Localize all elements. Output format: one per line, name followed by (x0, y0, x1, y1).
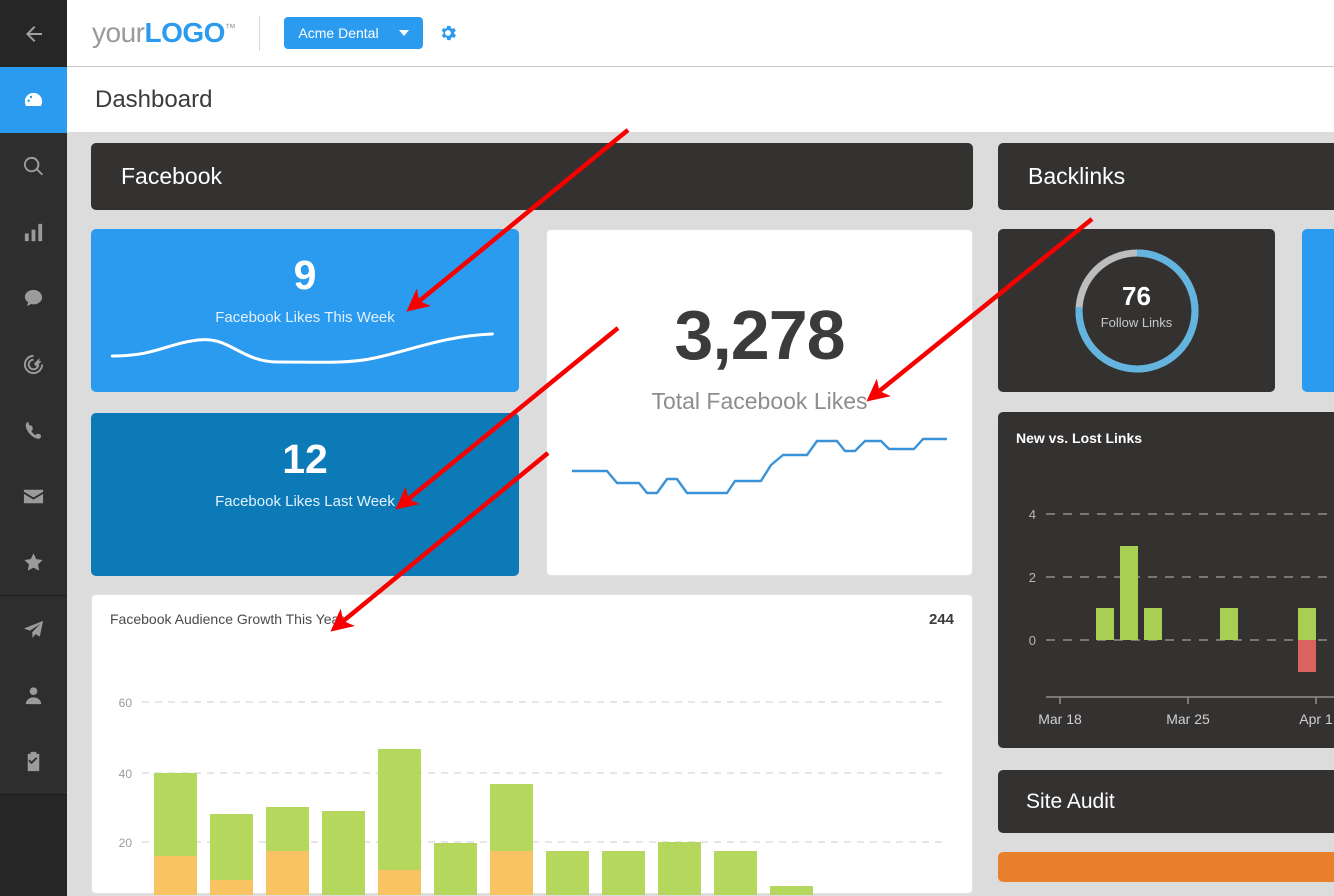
logo-trademark: ™ (224, 22, 236, 35)
total-likes-value: 3,278 (674, 296, 845, 374)
arrow-left-icon (25, 25, 42, 42)
page-header: Dashboard (67, 67, 1334, 133)
chevron-down-icon (398, 30, 409, 36)
facebook-panel-header: Facebook (91, 143, 973, 210)
svg-text:Apr 1: Apr 1 (1299, 711, 1333, 727)
total-likes-sparkline (572, 437, 947, 495)
clipboard-check-icon (27, 751, 40, 771)
chart-corner-value: 244 (928, 611, 954, 628)
facebook-audience-growth-card[interactable]: Facebook Audience Growth This Year 244 6… (91, 594, 973, 895)
svg-text:0: 0 (1029, 633, 1036, 648)
logo[interactable]: yourLOGO™ (92, 17, 236, 49)
bar-chart-icon (24, 223, 43, 241)
sidebar-item-send[interactable] (0, 596, 67, 662)
backlinks-panel-title: Backlinks (1028, 163, 1126, 189)
svg-text:Mar 18: Mar 18 (1038, 711, 1082, 727)
sidebar-item-reviews[interactable] (0, 529, 67, 595)
star-icon (24, 552, 43, 571)
sidebar-back-button[interactable] (0, 0, 67, 67)
logo-text-logo: LOGO (144, 17, 225, 48)
kpi-value: 9 (293, 252, 317, 298)
likes-this-week-sparkline (110, 332, 494, 364)
facebook-audience-growth-chart: 60 40 20 (119, 696, 947, 895)
dashboard-icon (24, 92, 43, 106)
paper-plane-icon (23, 620, 44, 638)
facebook-kpi-stack: 9 Facebook Likes This Week 12 Facebook L… (91, 229, 519, 576)
facebook-kpi-row: 9 Facebook Likes This Week 12 Facebook L… (91, 229, 973, 576)
topbar-divider (259, 15, 261, 51)
svg-text:2: 2 (1029, 570, 1036, 585)
sidebar-item-contacts[interactable] (0, 662, 67, 728)
kpi-value: 12 (282, 436, 328, 482)
sidebar-item-dashboard[interactable] (0, 67, 67, 133)
chart-title: Facebook Audience Growth This Year (110, 611, 345, 627)
donut-label: Follow Links (1100, 315, 1173, 330)
search-icon (23, 156, 44, 175)
card-total-facebook-likes[interactable]: 3,278 Total Facebook Likes (546, 229, 973, 576)
kpi-facebook-likes-this-week[interactable]: 9 Facebook Likes This Week (91, 229, 519, 392)
sidebar-item-reports[interactable] (0, 199, 67, 265)
site-audit-panel-header: Site Audit (998, 770, 1334, 833)
logo-text-your: your (92, 17, 145, 48)
user-icon (25, 686, 42, 704)
content-area: Facebook 9 Facebook Likes This Week 12 F… (67, 133, 1334, 896)
svg-text:4: 4 (1029, 507, 1036, 522)
facebook-column: Facebook 9 Facebook Likes This Week 12 F… (91, 143, 973, 895)
app-root: yourLOGO™ Acme Dental Dashboard Facebook… (0, 0, 1334, 896)
kpi-facebook-likes-last-week[interactable]: 12 Facebook Likes Last Week (91, 413, 519, 576)
backlinks-panel-header: Backlinks (998, 143, 1334, 210)
phone-icon (25, 421, 41, 439)
sidebar-item-email[interactable] (0, 463, 67, 529)
site-audit-panel-title: Site Audit (1026, 789, 1115, 813)
total-likes-label: Total Facebook Likes (651, 388, 868, 414)
new-vs-lost-links-card[interactable]: New vs. Lost Links 4 2 0 Mar 18 Mar 25 A… (998, 412, 1334, 748)
card-follow-links[interactable]: 76 Follow Links (998, 229, 1275, 392)
backlinks-secondary-card[interactable] (1302, 229, 1334, 392)
topbar: yourLOGO™ Acme Dental (67, 0, 1334, 67)
sidebar-item-messages[interactable] (0, 265, 67, 331)
backlinks-column: Backlinks 76 Follow Links New vs. Lost L… (998, 143, 1334, 882)
sidebar-item-tasks[interactable] (0, 728, 67, 794)
sidebar-item-calls[interactable] (0, 397, 67, 463)
svg-text:20: 20 (119, 836, 133, 850)
sidebar-item-search[interactable] (0, 133, 67, 199)
target-icon (23, 354, 44, 374)
new-vs-lost-links-chart: 4 2 0 Mar 18 Mar 25 Apr 1 (1029, 507, 1334, 727)
backlinks-kpi-row: 76 Follow Links (998, 229, 1334, 392)
envelope-icon (23, 489, 44, 503)
page-title: Dashboard (95, 85, 213, 113)
site-audit-card[interactable] (998, 852, 1334, 882)
svg-text:Mar 25: Mar 25 (1166, 711, 1210, 727)
svg-text:40: 40 (119, 767, 133, 781)
svg-text:60: 60 (119, 696, 133, 710)
chat-icon (24, 289, 43, 306)
sidebar-divider-bottom (0, 794, 67, 795)
chart-title: New vs. Lost Links (1016, 430, 1143, 446)
sidebar (0, 0, 67, 896)
gear-icon[interactable] (438, 23, 458, 43)
kpi-label: Facebook Likes Last Week (215, 493, 395, 510)
account-selector-button[interactable]: Acme Dental (284, 17, 423, 49)
sidebar-item-campaigns[interactable] (0, 331, 67, 397)
account-selector-label: Acme Dental (298, 25, 379, 41)
donut-value: 76 (1122, 281, 1151, 311)
facebook-panel-title: Facebook (121, 163, 223, 189)
